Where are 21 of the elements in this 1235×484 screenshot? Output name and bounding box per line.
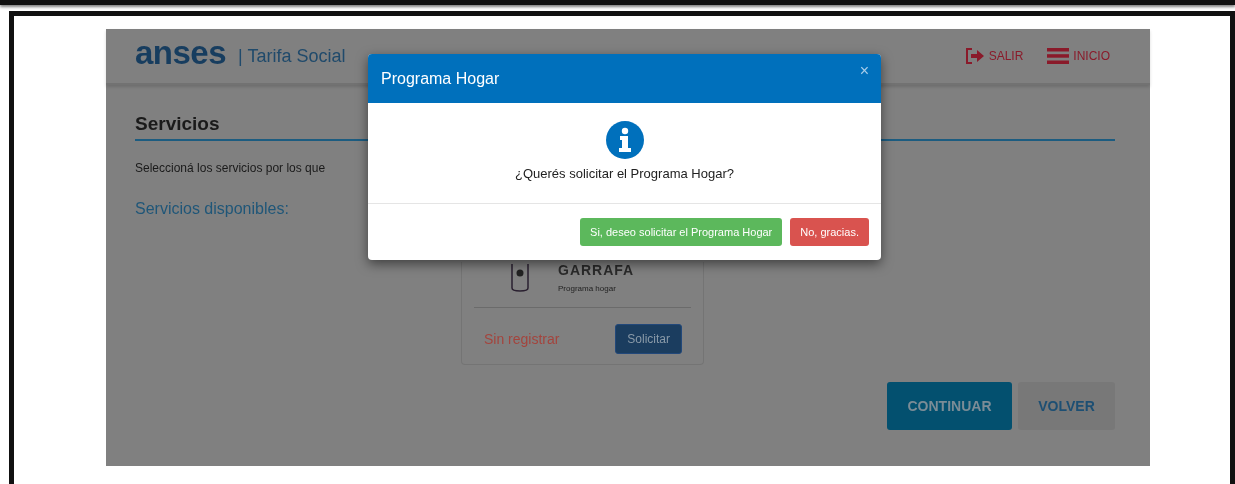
modal-title: Programa Hogar	[381, 69, 500, 88]
request-button[interactable]: Solicitar	[615, 324, 682, 354]
continue-button[interactable]: CONTINUAR	[887, 382, 1012, 430]
logo: anses	[135, 34, 227, 72]
site-subtitle: | Tarifa Social	[238, 45, 346, 67]
modal-question: ¿Querés solicitar el Programa Hogar?	[515, 166, 734, 181]
logout-link[interactable]: SALIR	[964, 48, 1024, 64]
close-button[interactable]: ×	[859, 61, 869, 80]
confirm-button[interactable]: Si, deseo solicitar el Programa Hogar	[580, 218, 783, 246]
service-name: GARRAFA	[558, 262, 635, 278]
home-link[interactable]: INICIO	[1047, 48, 1110, 64]
intro-text: Seleccioná los servicios por los que	[135, 161, 326, 175]
available-label: Servicios disponibles:	[135, 200, 290, 218]
back-button[interactable]: VOLVER	[1018, 382, 1115, 430]
menu-icon	[1047, 48, 1070, 64]
info-icon	[605, 121, 644, 159]
service-subtitle: Programa hogar	[558, 284, 617, 293]
gas-cylinder-icon	[510, 262, 530, 292]
decline-button[interactable]: No, gracias.	[790, 218, 869, 246]
logout-icon	[964, 48, 985, 64]
status-text: Sin registrar	[484, 331, 560, 347]
